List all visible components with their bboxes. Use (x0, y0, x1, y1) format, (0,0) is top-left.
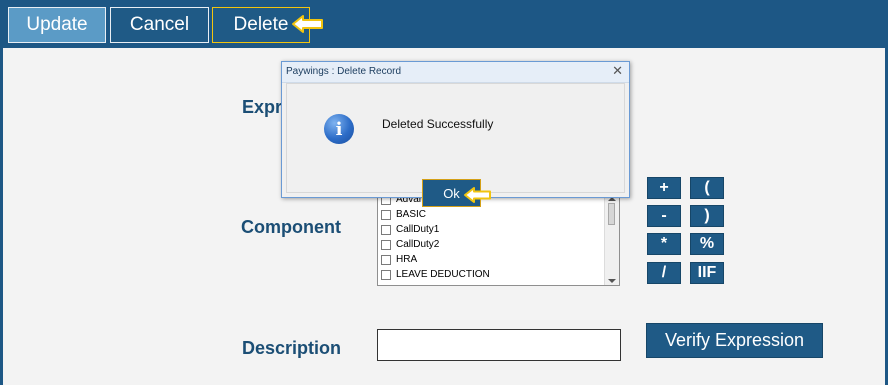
list-item-label: LEAVE DEDUCTION (396, 269, 490, 280)
percent-operator-button[interactable]: % (690, 233, 724, 255)
frame-left-border (0, 48, 3, 385)
list-item-label: BASIC (396, 209, 427, 220)
open-paren-button[interactable]: ( (690, 177, 724, 199)
checkbox[interactable] (381, 224, 391, 235)
checkbox[interactable] (381, 254, 391, 265)
toolbar: Update Cancel Delete (0, 0, 888, 48)
multiply-operator-button[interactable]: * (647, 233, 681, 255)
pointer-arrow-icon (464, 187, 491, 203)
description-field[interactable] (377, 329, 621, 361)
scroll-thumb[interactable] (608, 203, 615, 225)
list-item-label: HRA (396, 254, 418, 265)
delete-record-dialog: Paywings : Delete Record ✕ i Deleted Suc… (281, 61, 630, 207)
list-item[interactable]: HRA (381, 252, 417, 267)
list-item-label: CallDuty2 (396, 239, 440, 250)
list-item[interactable]: BASIC (381, 207, 426, 222)
component-label: Component (241, 217, 341, 237)
update-button[interactable]: Update (8, 7, 106, 43)
plus-operator-button[interactable]: + (647, 177, 681, 199)
dialog-message: Deleted Successfully (382, 117, 494, 131)
list-item[interactable]: CallDuty1 (381, 222, 439, 237)
checkbox[interactable] (381, 209, 391, 220)
list-item[interactable]: CallDuty2 (381, 237, 439, 252)
divide-operator-button[interactable]: / (647, 262, 681, 284)
dialog-body: i Deleted Successfully Ok (286, 83, 625, 207)
dialog-titlebar[interactable]: Paywings : Delete Record ✕ (282, 62, 629, 83)
list-item[interactable]: LEAVE DEDUCTION (381, 267, 490, 282)
verify-expression-button[interactable]: Verify Expression (646, 323, 823, 358)
checkbox[interactable] (381, 239, 391, 250)
scroll-down-icon[interactable] (608, 279, 616, 283)
cancel-button[interactable]: Cancel (110, 7, 209, 43)
list-item-label: CallDuty1 (396, 224, 440, 235)
checkbox[interactable] (381, 269, 391, 280)
minus-operator-button[interactable]: - (647, 205, 681, 227)
component-list[interactable]: Advance2 BASIC CallDuty1 CallDuty2 HRA L… (377, 194, 620, 286)
info-icon: i (324, 114, 354, 144)
dialog-title: Paywings : Delete Record (286, 66, 402, 77)
pointer-arrow-icon (292, 15, 323, 33)
iif-operator-button[interactable]: IIF (690, 262, 724, 284)
description-label: Description (242, 338, 342, 358)
close-paren-button[interactable]: ) (690, 205, 724, 227)
expression-label: Expr (242, 97, 283, 117)
close-icon[interactable]: ✕ (612, 64, 623, 79)
list-scrollbar[interactable] (604, 195, 619, 285)
